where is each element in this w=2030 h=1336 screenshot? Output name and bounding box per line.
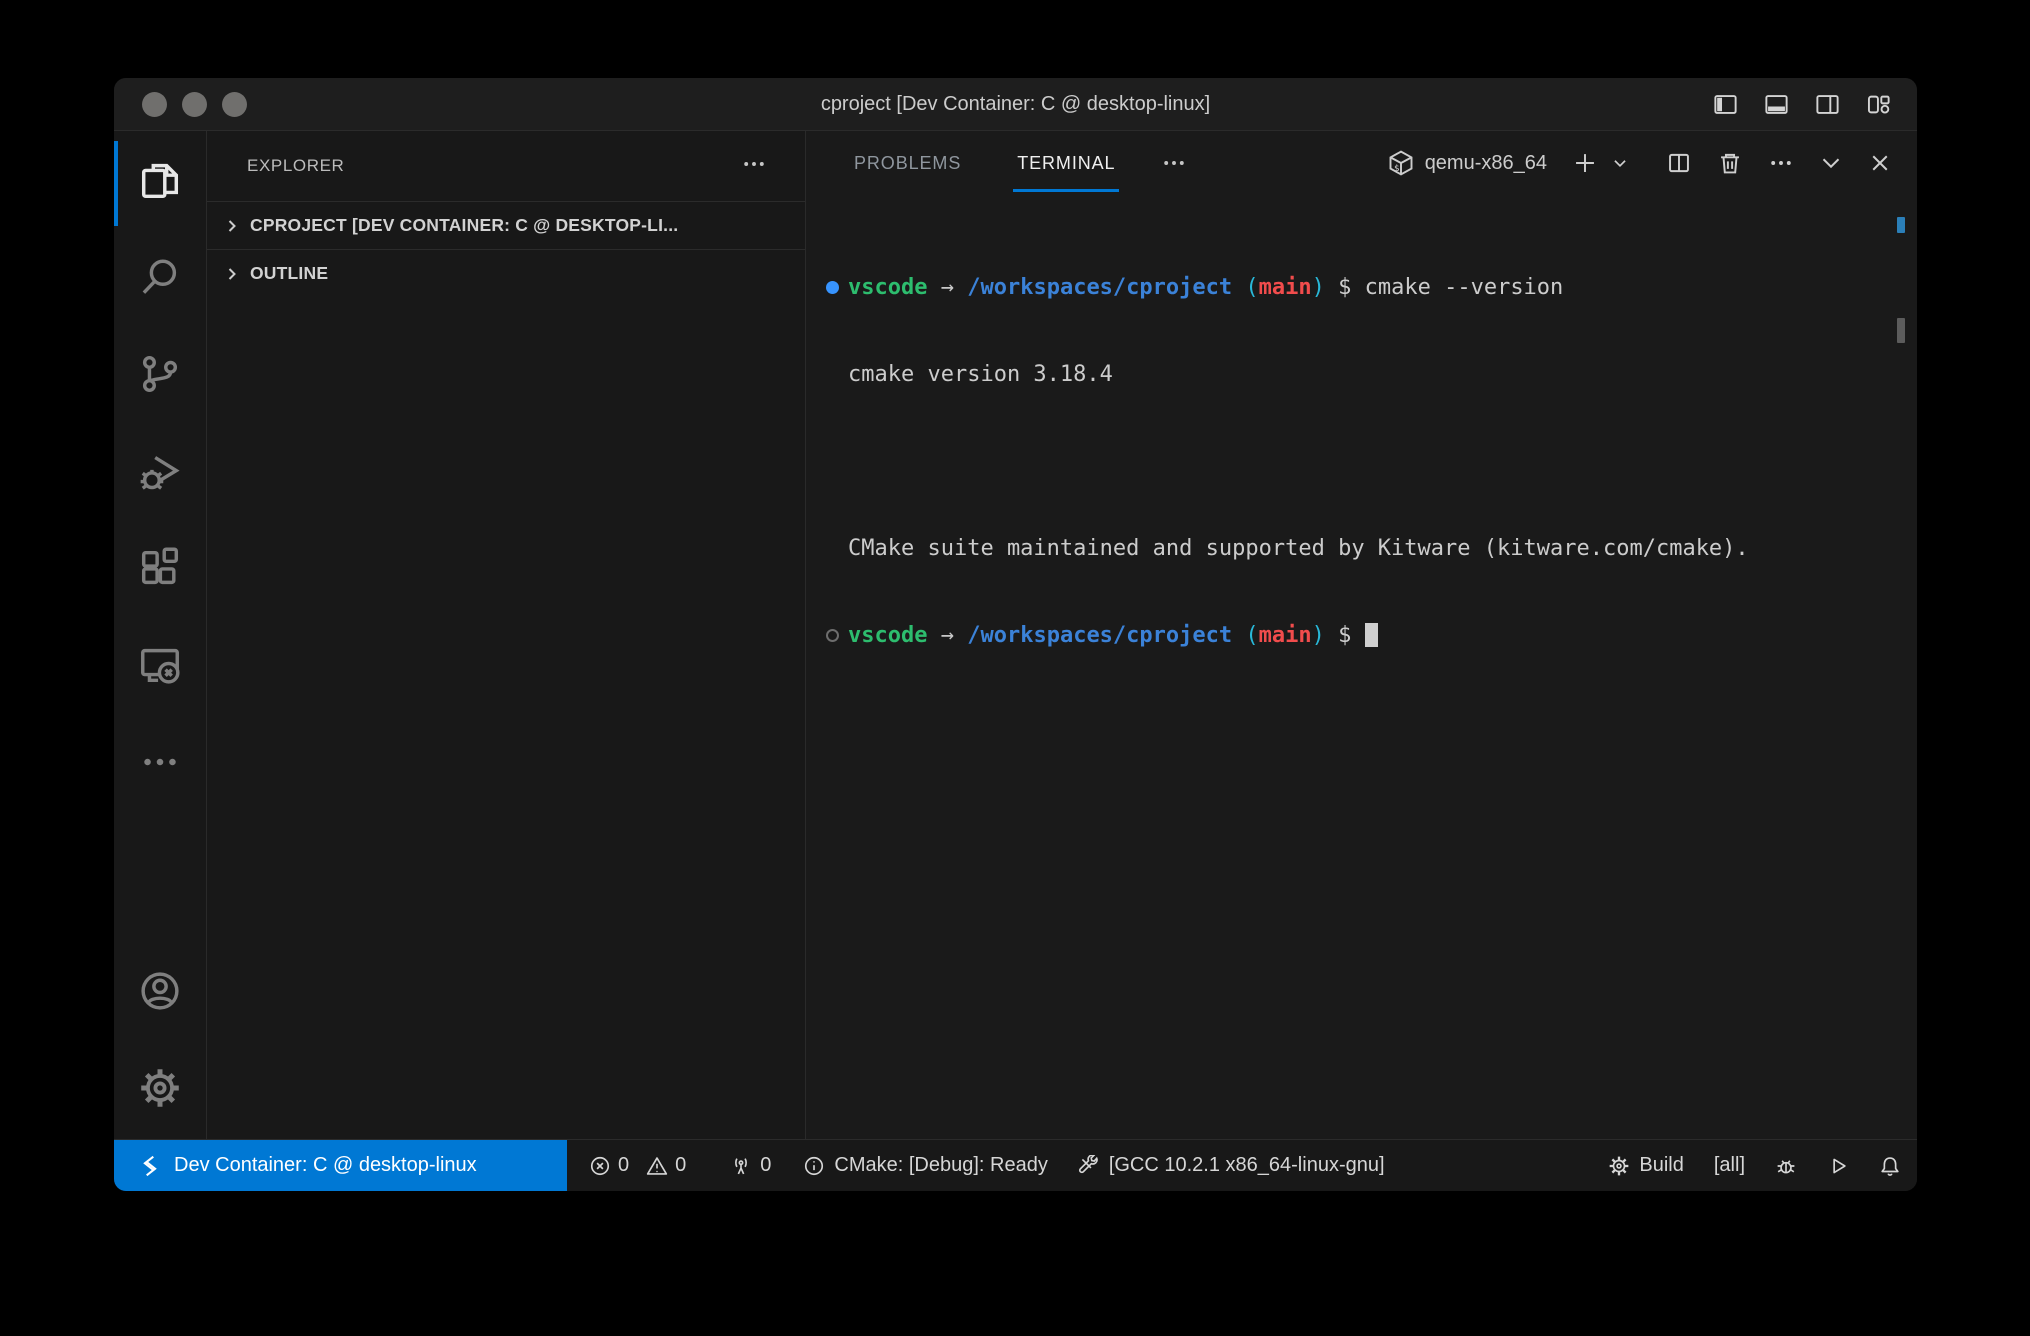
active-item-indicator <box>114 141 118 226</box>
tab-problems[interactable]: PROBLEMS <box>850 131 965 195</box>
explorer-more-actions-icon[interactable] <box>741 151 767 182</box>
build-target-button[interactable]: [all] <box>1714 1154 1745 1177</box>
remote-icon <box>138 1154 162 1178</box>
chevron-right-icon <box>222 216 242 236</box>
source-control-icon <box>137 351 183 402</box>
account-icon <box>137 968 183 1019</box>
run-icon <box>1827 1155 1849 1177</box>
files-icon <box>137 157 183 208</box>
error-count: 0 <box>618 1154 629 1177</box>
kit-label: [GCC 10.2.1 x86_64-linux-gnu] <box>1109 1154 1385 1177</box>
active-terminal-chip[interactable]: $ qemu-x86_64 <box>1387 149 1547 177</box>
explorer-section-outline[interactable]: OUTLINE <box>207 249 805 297</box>
sidebar-title: EXPLORER <box>247 156 344 176</box>
toggle-panel-icon[interactable] <box>1763 91 1790 118</box>
panel-tabs-more-icon[interactable] <box>1161 150 1187 176</box>
terminal-prompt-line: vscode → /workspaces/cproject (main) $ <box>848 621 1917 650</box>
sidebar-item-remote-explorer[interactable] <box>114 619 206 716</box>
sidebar-item-source-control[interactable] <box>114 328 206 425</box>
panel-more-actions-icon[interactable] <box>1768 150 1794 176</box>
chevron-right-icon <box>222 264 242 284</box>
info-icon <box>803 1155 825 1177</box>
more-icon <box>137 739 183 790</box>
scrollbar-thumb[interactable] <box>1897 318 1905 343</box>
window-title: cproject [Dev Container: C @ desktop-lin… <box>821 93 1210 116</box>
sidebar-item-search[interactable] <box>114 231 206 328</box>
split-terminal-icon[interactable] <box>1666 150 1692 176</box>
terminal-command-line: vscode → /workspaces/cproject (main) $ c… <box>848 273 1917 302</box>
cmake-status[interactable]: CMake: [Debug]: Ready <box>803 1154 1047 1177</box>
bottom-panel: PROBLEMS TERMINAL <box>806 131 1917 1139</box>
panel-header: PROBLEMS TERMINAL <box>806 131 1917 195</box>
cmake-status-label: CMake: [Debug]: Ready <box>834 1154 1047 1177</box>
explorer-sidebar: EXPLORER CPROJECT [DEV CONTAINER: C @ DE… <box>207 131 806 1139</box>
traffic-lights <box>142 78 247 130</box>
activity-bar <box>114 131 207 1139</box>
remote-explorer-icon <box>137 642 183 693</box>
tools-icon <box>1078 1155 1100 1177</box>
extensions-icon <box>137 545 183 596</box>
launch-target-button[interactable] <box>1827 1155 1849 1177</box>
launch-profile-chevron-icon[interactable] <box>1611 154 1629 172</box>
close-window-button[interactable] <box>142 92 167 117</box>
title-bar: cproject [Dev Container: C @ desktop-lin… <box>114 78 1917 131</box>
warning-count: 0 <box>675 1154 686 1177</box>
zoom-window-button[interactable] <box>222 92 247 117</box>
sidebar-item-run-and-debug[interactable] <box>114 425 206 522</box>
build-label: Build <box>1639 1154 1683 1177</box>
prompt-decoration <box>826 629 839 642</box>
vscode-window: cproject [Dev Container: C @ desktop-lin… <box>114 78 1917 1191</box>
forwarded-ports-count: 0 <box>760 1154 771 1177</box>
svg-text:$: $ <box>1394 164 1399 174</box>
terminal-output-line: cmake version 3.18.4 <box>848 360 1917 389</box>
sidebar-item-more[interactable] <box>114 716 206 813</box>
minimize-window-button[interactable] <box>182 92 207 117</box>
toggle-secondary-sidebar-icon[interactable] <box>1814 91 1841 118</box>
overview-ruler-command-mark <box>1897 217 1905 233</box>
warning-icon <box>646 1155 668 1177</box>
terminal-cursor <box>1365 623 1378 647</box>
section-label: OUTLINE <box>250 263 328 284</box>
sidebar-item-explorer[interactable] <box>114 134 206 231</box>
command-success-decoration <box>826 281 839 294</box>
bug-icon <box>1775 1155 1797 1177</box>
sidebar-item-extensions[interactable] <box>114 522 206 619</box>
hide-panel-chevron-icon[interactable] <box>1819 151 1843 175</box>
cmake-build-button[interactable]: Build <box>1608 1154 1683 1177</box>
settings-gear-icon <box>137 1065 183 1116</box>
terminal-name: qemu-x86_64 <box>1425 152 1547 175</box>
section-label: CPROJECT [DEV CONTAINER: C @ DESKTOP-LI.… <box>250 215 678 236</box>
status-bar: Dev Container: C @ desktop-linux 0 0 <box>114 1139 1917 1191</box>
debug-icon <box>137 448 183 499</box>
radio-tower-icon <box>730 1155 752 1177</box>
cmake-kit-status[interactable]: [GCC 10.2.1 x86_64-linux-gnu] <box>1078 1154 1385 1177</box>
problems-status[interactable]: 0 0 <box>589 1154 696 1177</box>
terminal-output[interactable]: vscode → /workspaces/cproject (main) $ c… <box>806 195 1917 1139</box>
notifications-button[interactable] <box>1879 1155 1901 1177</box>
tab-terminal[interactable]: TERMINAL <box>1013 131 1119 195</box>
ports-status[interactable]: 0 <box>730 1154 771 1177</box>
sidebar-item-settings[interactable] <box>114 1042 206 1139</box>
search-icon <box>137 254 183 305</box>
bell-icon <box>1879 1155 1901 1177</box>
gear-icon <box>1608 1155 1630 1177</box>
kill-terminal-trash-icon[interactable] <box>1717 150 1743 176</box>
terminal-output-line: CMake suite maintained and supported by … <box>848 534 1917 563</box>
remote-label: Dev Container: C @ desktop-linux <box>174 1154 477 1177</box>
customize-layout-icon[interactable] <box>1865 91 1892 118</box>
debug-target-button[interactable] <box>1775 1155 1797 1177</box>
sidebar-item-accounts[interactable] <box>114 945 206 1042</box>
new-terminal-icon[interactable] <box>1572 150 1598 176</box>
explorer-section-project[interactable]: CPROJECT [DEV CONTAINER: C @ DESKTOP-LI.… <box>207 201 805 249</box>
remote-indicator[interactable]: Dev Container: C @ desktop-linux <box>114 1140 567 1191</box>
build-target-label: [all] <box>1714 1154 1745 1177</box>
terminal-blank-line <box>848 447 1917 476</box>
toggle-primary-sidebar-icon[interactable] <box>1712 91 1739 118</box>
close-panel-icon[interactable] <box>1868 151 1892 175</box>
error-icon <box>589 1155 611 1177</box>
terminal-profile-cube-icon: $ <box>1387 149 1415 177</box>
